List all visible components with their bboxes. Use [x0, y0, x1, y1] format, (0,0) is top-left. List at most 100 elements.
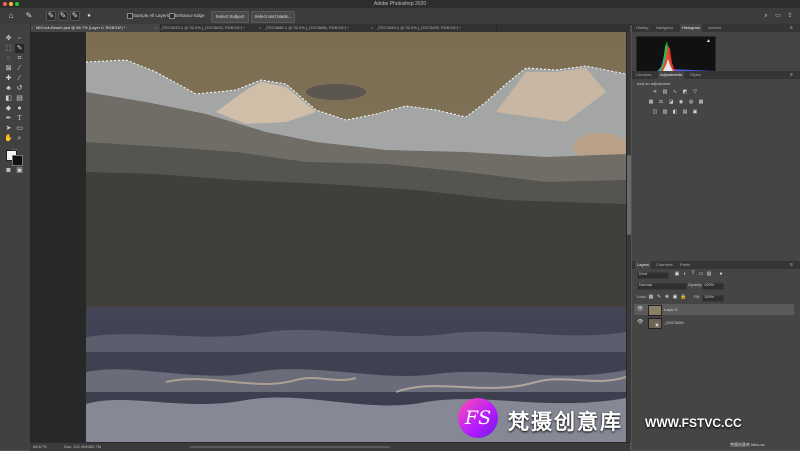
- gradient-map-icon[interactable]: ▤: [682, 109, 688, 115]
- frame-tool-icon[interactable]: ⊠: [4, 64, 13, 73]
- layer-row[interactable]: 👁 Layer 0: [634, 304, 794, 316]
- shape-tool-icon[interactable]: ▭: [15, 124, 24, 133]
- scrollbar-thumb[interactable]: [627, 155, 631, 235]
- layer-row[interactable]: 👁 ▣ _DSC3499: [634, 317, 794, 329]
- eraser-tool-icon[interactable]: ◧: [4, 94, 13, 103]
- fill-label: Fill:: [694, 294, 701, 299]
- home-icon[interactable]: ⌂: [6, 11, 16, 21]
- select-and-mask-button[interactable]: Select and Mask...: [251, 11, 295, 23]
- document-tabs: × MtCook-Beach.psd @ 66.7% (Layer 0, RGB/…: [30, 24, 630, 32]
- add-to-selection-icon[interactable]: ✎: [58, 11, 68, 21]
- marquee-tool-icon[interactable]: ⬚: [4, 44, 13, 53]
- opacity-label: Opacity:: [688, 282, 703, 287]
- brush-size-icon[interactable]: ●: [84, 11, 94, 21]
- filter-toggle-icon[interactable]: ●: [718, 271, 724, 277]
- panel-menu-icon[interactable]: ≡: [790, 71, 793, 79]
- history-brush-icon[interactable]: ↺: [15, 84, 24, 93]
- lock-all-icon[interactable]: 🔒: [680, 294, 686, 300]
- search-icon[interactable]: ⌕: [762, 12, 770, 20]
- eyedropper-tool-icon[interactable]: ⁄: [15, 64, 24, 73]
- vertical-scrollbar[interactable]: [627, 32, 631, 442]
- artboard-tool-icon[interactable]: ▫: [15, 34, 24, 43]
- lock-artboard-icon[interactable]: ▣: [672, 294, 678, 300]
- new-selection-icon[interactable]: ✎: [46, 11, 56, 21]
- brightness-contrast-icon[interactable]: ☀: [652, 89, 658, 95]
- type-tool-icon[interactable]: T: [15, 114, 24, 123]
- close-tab-icon[interactable]: ×: [31, 24, 33, 32]
- lock-position-icon[interactable]: ✥: [664, 294, 670, 300]
- tab-label: _DSC9633-1 @ 33.3% (_DSC9633, RGB/16*) *: [160, 25, 245, 30]
- tab-dsc9633[interactable]: × _DSC9633-1 @ 33.3% (_DSC9633, RGB/16*) …: [154, 24, 265, 32]
- filter-smart-icon[interactable]: ▤: [706, 271, 712, 277]
- warning-icon[interactable]: ▲: [706, 38, 711, 44]
- panel-menu-icon[interactable]: ≡: [790, 261, 793, 269]
- background-color-swatch[interactable]: [12, 155, 23, 166]
- filter-shape-icon[interactable]: ▭: [698, 271, 704, 277]
- tab-history[interactable]: History: [636, 24, 648, 32]
- clone-stamp-icon[interactable]: ♣: [4, 84, 13, 93]
- dodge-tool-icon[interactable]: ●: [15, 104, 24, 113]
- lock-pixels-icon[interactable]: ✎: [656, 294, 662, 300]
- tab-paths[interactable]: Paths: [680, 261, 690, 269]
- close-tab-icon[interactable]: ×: [371, 24, 373, 32]
- tab-channels[interactable]: Channels: [656, 261, 673, 269]
- quick-select-tool-icon[interactable]: ✎: [24, 11, 34, 21]
- tab-navigator[interactable]: Navigator: [656, 24, 673, 32]
- options-bar: ⌂ ✎ ✎ ✎ ✎ ● Sample All Layers Enhance Ed…: [0, 8, 800, 25]
- lasso-tool-icon[interactable]: ◌: [4, 54, 13, 63]
- tab-mtcook-beach[interactable]: × MtCook-Beach.psd @ 66.7% (Layer 0, RGB/…: [30, 24, 161, 32]
- tab-dsc9686[interactable]: × _DSC9686-1 @ 33.3% (_DSC9686, RGB/16*) …: [258, 24, 377, 32]
- document-canvas[interactable]: [86, 32, 626, 442]
- tab-styles[interactable]: Styles: [690, 71, 701, 79]
- invert-icon[interactable]: ◫: [652, 109, 658, 115]
- tab-adjustments[interactable]: Adjustments: [658, 71, 685, 79]
- tab-libraries[interactable]: Libraries: [636, 71, 651, 79]
- share-icon[interactable]: ⇪: [786, 12, 794, 20]
- healing-brush-icon[interactable]: ✚: [4, 74, 13, 83]
- curves-icon[interactable]: ∿: [672, 89, 678, 95]
- close-tab-icon[interactable]: ×: [259, 24, 261, 32]
- tab-actions[interactable]: Actions: [708, 24, 721, 32]
- threshold-icon[interactable]: ◧: [672, 109, 678, 115]
- filter-adjust-icon[interactable]: ◐: [682, 271, 688, 277]
- color-lookup-icon[interactable]: ▦: [698, 99, 704, 105]
- pen-tool-icon[interactable]: ✒: [4, 114, 13, 123]
- gradient-tool-icon[interactable]: ▤: [15, 94, 24, 103]
- path-select-icon[interactable]: ➤: [4, 124, 13, 133]
- lock-transparent-icon[interactable]: ▦: [648, 294, 654, 300]
- adjustments-panel-tabs: Libraries Adjustments Styles ≡: [632, 71, 800, 79]
- tab-label: MtCook-Beach.psd @ 66.7% (Layer 0, RGB/1…: [36, 25, 126, 30]
- brush-tool-icon[interactable]: ⁄: [15, 74, 24, 83]
- subtract-from-selection-icon[interactable]: ✎: [70, 11, 80, 21]
- close-tab-icon[interactable]: ×: [155, 24, 157, 32]
- black-white-icon[interactable]: ◪: [668, 99, 674, 105]
- levels-icon[interactable]: ▥: [662, 89, 668, 95]
- filter-type-icon[interactable]: T: [690, 271, 696, 277]
- channel-mixer-icon[interactable]: ◍: [688, 99, 694, 105]
- vibrance-icon[interactable]: ▽: [692, 89, 698, 95]
- selective-color-icon[interactable]: ▣: [692, 109, 698, 115]
- tab-histogram[interactable]: Histogram: [680, 24, 703, 32]
- panel-menu-icon[interactable]: ≡: [790, 24, 793, 32]
- zoom-tool-icon[interactable]: ⌕: [15, 134, 24, 143]
- blur-tool-icon[interactable]: ◆: [4, 104, 13, 113]
- posterize-icon[interactable]: ▨: [662, 109, 668, 115]
- filter-pixel-icon[interactable]: ▣: [674, 271, 680, 277]
- hue-saturation-icon[interactable]: ▦: [648, 99, 654, 105]
- workspace-icon[interactable]: ▭: [774, 12, 782, 20]
- tab-layers[interactable]: Layers: [635, 261, 652, 269]
- hand-tool-icon[interactable]: ✋: [4, 134, 13, 143]
- color-balance-icon[interactable]: ⚖: [658, 99, 664, 105]
- move-tool-icon[interactable]: ✥: [4, 34, 13, 43]
- crop-tool-icon[interactable]: ⌗: [15, 54, 24, 63]
- quick-select-tool-icon[interactable]: ✎: [15, 44, 24, 53]
- quick-mask-icon[interactable]: ◙: [4, 166, 13, 175]
- tab-dsc3499[interactable]: × _DSC3499-1 @ 33.3% (_DSC3499, RGB/16*) …: [370, 24, 497, 32]
- visibility-eye-icon[interactable]: 👁: [637, 319, 643, 325]
- select-subject-button[interactable]: Select Subject: [211, 11, 249, 23]
- screen-mode-icon[interactable]: ▣: [15, 166, 24, 175]
- exposure-icon[interactable]: ◩: [682, 89, 688, 95]
- visibility-eye-icon[interactable]: 👁: [637, 306, 643, 312]
- horizontal-scrollbar[interactable]: [190, 446, 390, 448]
- photo-filter-icon[interactable]: ◉: [678, 99, 684, 105]
